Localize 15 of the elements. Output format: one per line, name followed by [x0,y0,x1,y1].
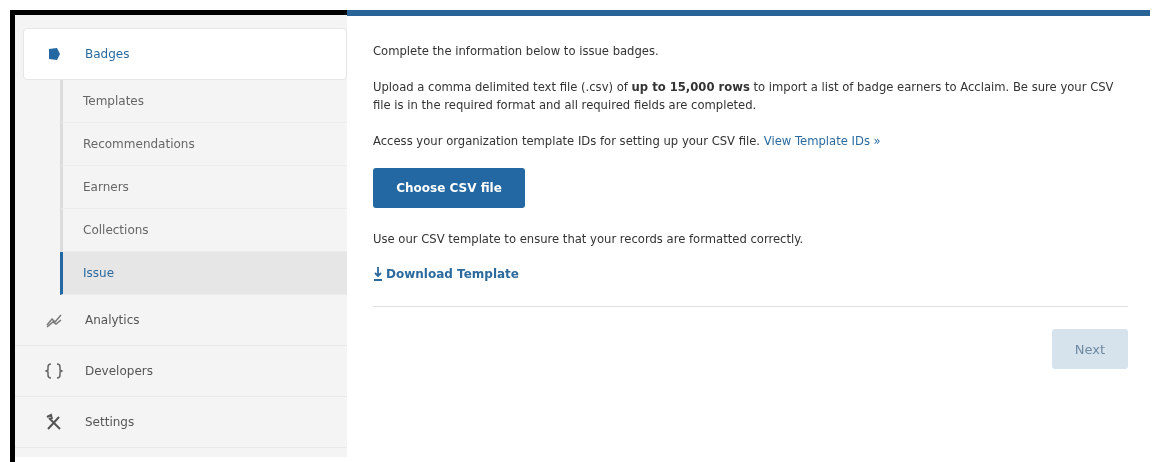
intro-text: Complete the information below to issue badges. [373,43,660,60]
access-text: Access your organization template IDs for setting up your CSV file. [373,134,761,148]
upload-instructions: Upload a comma delimited text file (.csv) of up to 15,000 rows to import a list of badge earners to Acclaim. Be sure your CSV file is in the required format and all required fields are completed. [373,79,1115,114]
nav-subitem[interactable]: Recommendations [60,123,347,166]
braces-icon [45,362,63,380]
nav-item[interactable]: Badges [23,28,347,80]
download-template-link[interactable]: Download Template [373,266,519,281]
download-icon [373,266,383,281]
view-template-ids-link[interactable]: View Template IDs » [763,134,881,148]
nav-subitem[interactable]: Issue [60,252,347,295]
choose-csv-button[interactable]: Choose CSV file [373,168,525,208]
nav-subitem[interactable]: Earners [60,166,347,209]
template-text: Use our CSV template to ensure that your records are formatted correctly. [373,231,805,248]
nav-subitem[interactable]: Templates [60,80,347,123]
tools-icon [45,413,63,431]
